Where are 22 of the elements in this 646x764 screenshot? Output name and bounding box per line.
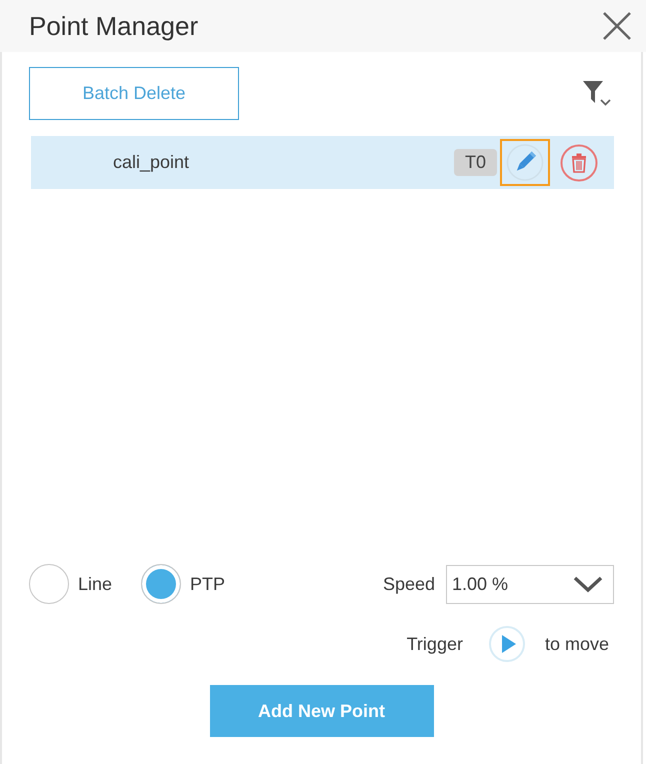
delete-button[interactable] bbox=[558, 142, 600, 184]
chevron-icon bbox=[573, 575, 603, 593]
radio-label: Line bbox=[78, 572, 112, 596]
radio-button[interactable] bbox=[141, 564, 182, 604]
trash-icon bbox=[560, 144, 598, 182]
speed-dropdown[interactable]: 1.00 % bbox=[446, 564, 614, 604]
speed-label: Speed bbox=[382, 572, 435, 596]
point-name: cali_point bbox=[113, 151, 190, 174]
pencil-icon bbox=[506, 144, 544, 181]
radio-button[interactable] bbox=[29, 564, 69, 604]
window-title: Point Manager bbox=[29, 13, 198, 39]
trigger-label: to move bbox=[544, 632, 609, 656]
point-row[interactable]: cali_point T0 bbox=[31, 136, 614, 189]
play-icon bbox=[502, 635, 516, 653]
tool-tag: T0 bbox=[454, 149, 497, 176]
trigger-label: Trigger bbox=[406, 632, 463, 656]
radio-label: PTP bbox=[190, 572, 226, 596]
play-button[interactable] bbox=[488, 626, 525, 662]
close-button[interactable] bbox=[602, 11, 632, 41]
edit-button[interactable] bbox=[500, 139, 550, 186]
close-icon bbox=[602, 11, 632, 41]
filter-icon[interactable] bbox=[583, 80, 613, 107]
